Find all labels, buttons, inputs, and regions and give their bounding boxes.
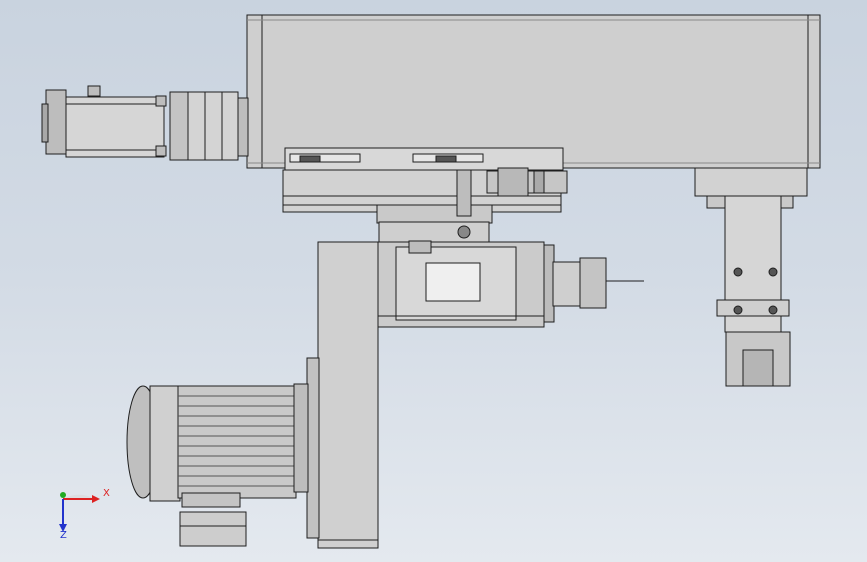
spindle-head[interactable] xyxy=(377,240,555,328)
collet-chuck[interactable] xyxy=(552,257,644,309)
coordinate-triad xyxy=(59,492,100,532)
belt-guard[interactable] xyxy=(306,241,379,549)
assembly-drawing[interactable] xyxy=(0,0,867,562)
drive-motor[interactable] xyxy=(126,383,309,547)
linear-slide[interactable] xyxy=(282,147,568,243)
main-housing[interactable] xyxy=(246,14,821,169)
z-axis-label: Z xyxy=(60,530,67,541)
cad-viewport[interactable]: X Z xyxy=(0,0,867,562)
servo-motor[interactable] xyxy=(41,85,249,161)
x-axis-label: X xyxy=(103,488,110,499)
clamp-bracket[interactable] xyxy=(694,167,808,387)
